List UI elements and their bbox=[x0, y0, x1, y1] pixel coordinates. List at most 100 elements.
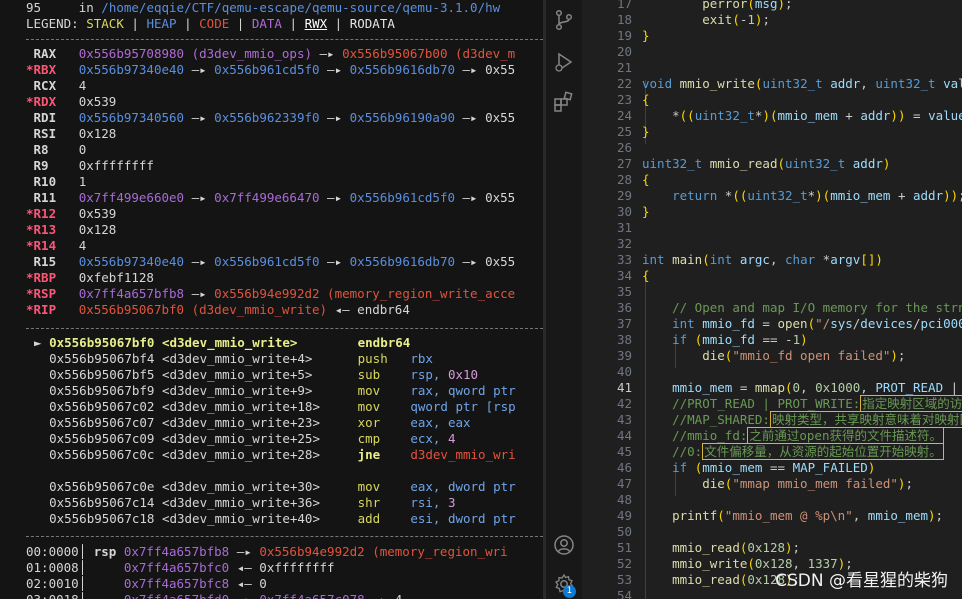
code-line[interactable]: 34 { bbox=[582, 268, 962, 284]
code-line[interactable]: 46 if (mmio_mem == MAP_FAILED) bbox=[582, 460, 962, 476]
code-line[interactable]: 21 bbox=[582, 60, 962, 76]
line-number: 34 bbox=[616, 268, 632, 283]
register-value: 0 bbox=[78, 142, 87, 157]
line-number: 31 bbox=[616, 220, 632, 235]
current-instruction-marker bbox=[34, 383, 49, 398]
register-value: 0x556b97340560 —▸ 0x556b962339f0 —▸ 0x55… bbox=[78, 110, 516, 125]
line-number: 53 bbox=[616, 572, 632, 587]
source-control-icon[interactable] bbox=[552, 8, 576, 32]
code-line[interactable]: 23 { bbox=[582, 92, 962, 108]
instruction-address: 0x556b95067c0c <d3dev_mmio_write+28> bbox=[49, 447, 358, 462]
stack-row: 02:0010│ 0x7ff4a657bfc8 ◂— 0 bbox=[26, 576, 267, 592]
code-line[interactable]: 30} bbox=[582, 204, 962, 220]
register-value: 0x128 bbox=[78, 126, 117, 141]
line-number: 51 bbox=[616, 540, 632, 555]
line-number: 19 bbox=[616, 28, 632, 43]
code-line[interactable]: 25} bbox=[582, 124, 962, 140]
register-row-rsp: *RSP 0x7ff4a657bfb8 —▸ 0x556b94e992d2 (m… bbox=[26, 286, 515, 302]
stack-register bbox=[94, 576, 124, 591]
instruction-mnemonic: jne bbox=[357, 447, 411, 462]
code-line[interactable]: 39 die("mmio_fd open failed"); bbox=[582, 348, 962, 364]
code-text: { bbox=[642, 92, 650, 107]
code-line[interactable]: 45 //0: 文件偏移量，从资源的起始位置开始映射。 bbox=[582, 443, 962, 460]
disasm-line: 0x556b95067c18 <d3dev_mmio_write+40> add… bbox=[34, 511, 516, 527]
code-text: perror(msg); bbox=[702, 0, 793, 11]
stack-divider bbox=[26, 536, 543, 537]
register-row-r8: R8 0 bbox=[26, 142, 87, 158]
instruction-address: 0x556b95067c09 <d3dev_mmio_write+25> bbox=[49, 431, 358, 446]
code-text: if (mmio_fd == -1) bbox=[672, 332, 808, 347]
register-row-rbp: *RBP 0xfebf1128 bbox=[26, 270, 154, 286]
stack-index: 01:0008│ bbox=[26, 560, 94, 575]
code-line[interactable]: 41 mmio_mem = mmap(0, 0x1000, PROT_READ … bbox=[582, 380, 962, 396]
code-line[interactable]: 31 bbox=[582, 220, 962, 236]
current-instruction-marker bbox=[34, 511, 49, 526]
disasm-line: 0x556b95067c0c <d3dev_mmio_write+28> jne… bbox=[34, 447, 516, 463]
code-text: //MAP_SHARED:映射类型，共享映射意味着对映射区域 bbox=[642, 411, 962, 428]
code-line[interactable]: 50 bbox=[582, 524, 962, 540]
extensions-icon[interactable] bbox=[552, 90, 576, 114]
in-label: in bbox=[78, 0, 94, 15]
line-number: 22 bbox=[616, 76, 632, 91]
stack-index: 00:0000│ bbox=[26, 544, 94, 559]
code-line[interactable]: 47 die("mmap mmio_mem failed"); bbox=[582, 476, 962, 492]
code-text: mmio_read(0x128); bbox=[672, 540, 801, 555]
code-line[interactable]: 33 int main(int argc, char *argv[]) bbox=[582, 252, 962, 268]
account-icon[interactable] bbox=[552, 533, 576, 557]
code-line[interactable]: 27 uint32_t mmio_read(uint32_t addr) bbox=[582, 156, 962, 172]
line-number: 48 bbox=[616, 492, 632, 507]
code-line[interactable]: 40 bbox=[582, 364, 962, 380]
current-instruction-marker bbox=[34, 431, 49, 446]
register-name: RSI bbox=[26, 126, 64, 141]
code-editor[interactable]: 17 perror(msg); 18 exit(-1); 19} 20 21 22 void… bbox=[582, 0, 962, 599]
code-line[interactable]: 48 bbox=[582, 492, 962, 508]
stack-value: 0x7ff4a657bfc0 ◂— 0xffffffff bbox=[123, 560, 335, 575]
stack-register bbox=[94, 560, 124, 575]
code-line[interactable]: 49 printf("mmio_mem @ %p\n", mmio_mem); bbox=[582, 508, 962, 524]
line-number: 41 bbox=[616, 380, 632, 395]
legend-code: CODE bbox=[199, 16, 230, 31]
register-value: 0x539 bbox=[78, 94, 117, 109]
stack-index: 03:0018│ bbox=[26, 592, 94, 599]
current-instruction-marker bbox=[34, 351, 49, 366]
code-line[interactable]: 32 bbox=[582, 236, 962, 252]
code-line[interactable]: 43 //MAP_SHARED:映射类型，共享映射意味着对映射区域 bbox=[582, 411, 962, 428]
register-name: R10 bbox=[26, 174, 64, 189]
line-number: 29 bbox=[616, 188, 632, 203]
run-debug-icon[interactable] bbox=[552, 50, 576, 74]
code-line[interactable]: 36 // Open and map I/O memory for the st… bbox=[582, 300, 962, 316]
stack-row: 01:0008│ 0x7ff4a657bfc0 ◂— 0xffffffff bbox=[26, 560, 335, 576]
line-number: 24 bbox=[616, 108, 632, 123]
instruction-operands: rsp, 0x10 bbox=[410, 367, 479, 382]
terminal-pane[interactable]: 95 in /home/eqqie/CTF/qemu-escape/qemu-s… bbox=[0, 0, 543, 599]
instruction-mnemonic: mov bbox=[357, 383, 411, 398]
code-line[interactable]: 42 //PROT_READ | PROT_WRITE:指定映射区域的访问权 bbox=[582, 395, 962, 412]
code-text: exit(-1); bbox=[702, 12, 770, 27]
code-line[interactable]: 24 *((uint32_t*)(mmio_mem + addr)) = val… bbox=[582, 108, 962, 124]
instruction-mnemonic: add bbox=[357, 511, 411, 526]
code-line[interactable]: 22 void mmio_write(uint32_t addr, uint32_… bbox=[582, 76, 962, 92]
code-line[interactable]: 26 bbox=[582, 140, 962, 156]
code-line[interactable]: 17 perror(msg); bbox=[582, 0, 962, 12]
disasm-line: ► 0x556b95067bf0 <d3dev_mmio_write> endb… bbox=[34, 335, 410, 351]
code-line[interactable]: 51 mmio_read(0x128); bbox=[582, 540, 962, 556]
line-number: 37 bbox=[616, 316, 632, 331]
register-name: *R14 bbox=[26, 238, 64, 253]
code-text: //PROT_READ | PROT_WRITE:指定映射区域的访问权 bbox=[642, 395, 962, 412]
register-name: *RBX bbox=[26, 62, 64, 77]
code-line[interactable]: 19} bbox=[582, 28, 962, 44]
code-line[interactable]: 29 return *((uint32_t*)(mmio_mem + addr)… bbox=[582, 188, 962, 204]
code-line[interactable]: 37 int mmio_fd = open("/sys/devices/pci0… bbox=[582, 316, 962, 332]
code-line[interactable]: 20 bbox=[582, 44, 962, 60]
code-line[interactable]: 18 exit(-1); bbox=[582, 12, 962, 28]
code-line[interactable]: 28 { bbox=[582, 172, 962, 188]
code-line[interactable]: 38 if (mmio_fd == -1) bbox=[582, 332, 962, 348]
register-row-rax: RAX 0x556b95708980 (d3dev_mmio_ops) —▸ 0… bbox=[26, 46, 516, 62]
register-value: 1 bbox=[78, 174, 87, 189]
code-line[interactable]: 44 //mmio_fd: 之前通过open获得的文件描述符。 bbox=[582, 427, 962, 444]
register-row-r15: R15 0x556b97340e40 —▸ 0x556b961cd5f0 —▸ … bbox=[26, 254, 516, 270]
code-line[interactable]: 35 bbox=[582, 284, 962, 300]
instruction-address: 0x556b95067c07 <d3dev_mmio_write+23> bbox=[49, 415, 358, 430]
legend-label: LEGEND: bbox=[26, 16, 79, 31]
legend-sep: | bbox=[236, 16, 245, 31]
